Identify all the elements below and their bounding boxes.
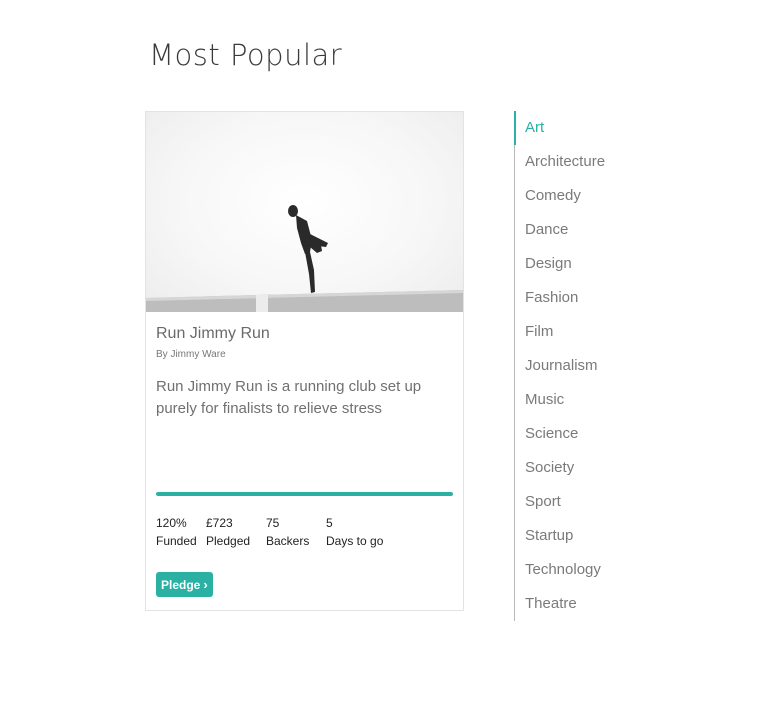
stat-value: 5 — [326, 516, 333, 530]
funding-progress-fill — [156, 492, 453, 496]
category-item-comedy[interactable]: Comedy — [515, 179, 654, 213]
category-item-architecture[interactable]: Architecture — [515, 145, 654, 179]
runner-photo — [146, 205, 463, 312]
stat-label: Days to go — [326, 534, 384, 548]
stat-value: 75 — [266, 516, 280, 530]
stat-backers: 75 Backers — [266, 514, 326, 550]
page-title: Most Popular — [149, 38, 343, 72]
category-nav: Art Architecture Comedy Dance Design Fashion F… — [514, 111, 654, 621]
category-item-journalism[interactable]: Journalism — [515, 349, 654, 383]
category-item-startup[interactable]: Startup — [515, 519, 654, 553]
category-item-society[interactable]: Society — [515, 451, 654, 485]
project-author: By Jimmy Ware — [156, 349, 226, 360]
category-item-fashion[interactable]: Fashion — [515, 281, 654, 315]
stat-funded: 120% Funded — [156, 514, 206, 550]
category-item-sport[interactable]: Sport — [515, 485, 654, 519]
category-item-science[interactable]: Science — [515, 417, 654, 451]
chevron-right-icon: › — [203, 577, 208, 592]
category-item-design[interactable]: Design — [515, 247, 654, 281]
category-item-technology[interactable]: Technology — [515, 553, 654, 587]
category-item-theatre[interactable]: Theatre — [515, 587, 654, 621]
project-description: Run Jimmy Run is a running club set up p… — [156, 378, 422, 417]
pledge-button-label: Pledge — [161, 577, 201, 592]
stat-value: 120% — [156, 516, 187, 530]
stat-label: Pledged — [206, 534, 251, 548]
stat-label: Backers — [266, 534, 310, 548]
category-item-film[interactable]: Film — [515, 315, 654, 349]
category-item-art[interactable]: Art — [514, 111, 654, 145]
stat-value: £723 — [206, 516, 233, 530]
category-item-music[interactable]: Music — [515, 383, 654, 417]
project-card[interactable]: Run Jimmy Run By Jimmy Ware Run Jimmy Ru… — [145, 111, 464, 611]
category-item-dance[interactable]: Dance — [515, 213, 654, 247]
stat-days-to-go: 5 Days to go — [326, 514, 406, 550]
project-title[interactable]: Run Jimmy Run — [156, 325, 270, 343]
stat-label: Funded — [156, 534, 197, 548]
project-image[interactable] — [146, 112, 463, 312]
pledge-button[interactable]: Pledge › — [156, 572, 213, 597]
stat-pledged: £723 Pledged — [206, 514, 266, 550]
project-stats: 120% Funded £723 Pledged 75 Backers 5 Da… — [156, 514, 406, 550]
funding-progress-bar — [156, 492, 453, 496]
